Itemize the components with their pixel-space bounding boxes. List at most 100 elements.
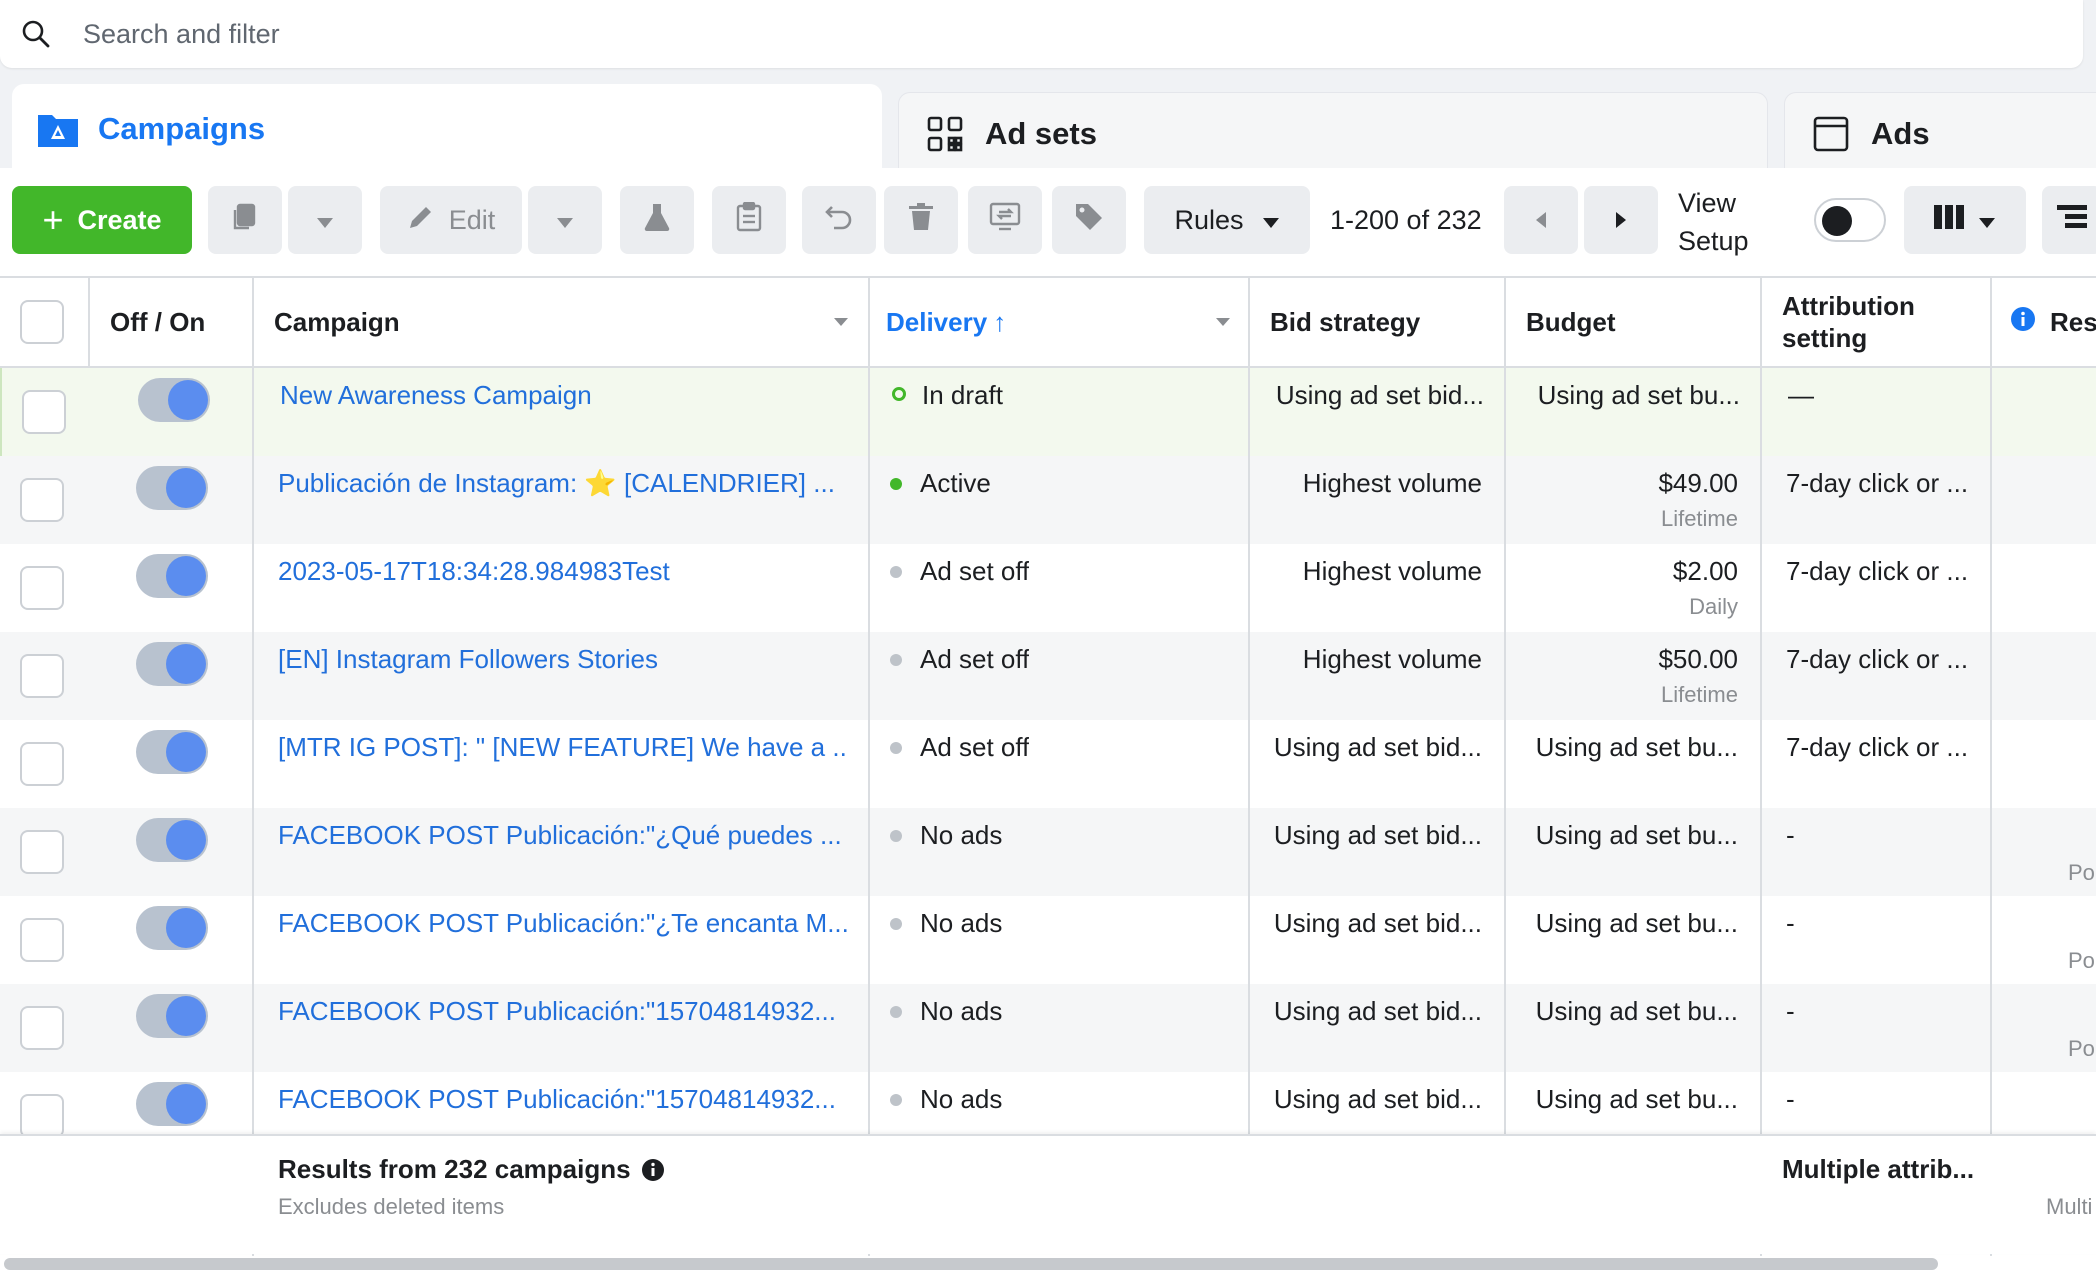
bid-strategy-value: Highest volume [1302,468,1482,498]
undo-button[interactable] [802,186,876,254]
tab-campaigns[interactable]: Campaigns [12,84,882,174]
edit-dropdown-button[interactable] [528,186,602,254]
campaign-on-off-toggle[interactable] [136,994,208,1038]
campaign-name-link[interactable]: 2023-05-17T18:34:28.984983Test [278,556,848,587]
attribution-summary: Multiple attrib... [1782,1154,1975,1184]
row-checkbox[interactable] [20,1006,64,1050]
search-input[interactable] [83,18,1883,50]
campaign-name-link[interactable]: FACEBOOK POST Publicación:"15704814932..… [278,1084,848,1115]
tag-icon [1074,202,1104,239]
column-header-budget[interactable]: Budget [1526,278,1616,366]
column-divider [1990,276,1992,1256]
rules-label: Rules [1174,204,1244,235]
tab-ad-sets[interactable]: Ad sets [898,92,1768,174]
row-checkbox[interactable] [20,918,64,962]
info-icon[interactable] [641,1158,665,1182]
attribution-value: - [1786,996,1795,1026]
sort-ascending-icon: ↑ [993,307,1007,337]
budget-value: Using ad set bu... [1535,732,1738,762]
delete-button[interactable] [884,186,958,254]
table-row[interactable]: [MTR IG POST]: " [NEW FEATURE] We have a… [0,720,2096,808]
view-setup-line1: View [1678,188,1737,218]
table-row[interactable]: FACEBOOK POST Publicación:"¿Qué puedes .… [0,808,2096,896]
edit-button[interactable]: Edit [380,186,522,254]
results-summary-row: Results from 232 campaigns Excludes dele… [0,1134,2096,1254]
campaign-on-off-toggle[interactable] [136,906,208,950]
column-header-off-on[interactable]: Off / On [110,278,205,366]
campaign-name-link[interactable]: [EN] Instagram Followers Stories [278,644,848,675]
rules-button[interactable]: Rules [1144,186,1310,254]
toggle-knob [166,908,206,948]
table-row[interactable]: FACEBOOK POST Publicación:"15704814932..… [0,984,2096,1072]
toggle-knob [166,996,206,1036]
column-header-attribution-setting[interactable]: Attribution setting [1782,278,1915,366]
delivery-status-dot [890,918,902,930]
campaign-name-link[interactable]: New Awareness Campaign [280,380,850,411]
bid-strategy-value: Highest volume [1302,556,1482,586]
budget-type: Lifetime [1660,506,1738,531]
view-setup-toggle[interactable] [1814,198,1886,242]
campaign-name-link[interactable]: Publicación de Instagram: ⭐️ [CALENDRIER… [278,468,848,499]
table-row[interactable]: FACEBOOK POST Publicación:"¿Te encanta M… [0,896,2096,984]
table-row[interactable]: 2023-05-17T18:34:28.984983Test Ad set off… [0,544,2096,632]
info-icon [2010,306,2036,339]
column-header-bid-strategy[interactable]: Bid strategy [1270,278,1420,366]
delivery-status-dot [892,387,906,401]
create-button[interactable]: + Create [12,186,192,254]
toggle-knob [166,556,206,596]
duplicate-button[interactable] [208,186,282,254]
table-row[interactable]: Publicación de Instagram: ⭐️ [CALENDRIER… [0,456,2096,544]
campaign-name-link[interactable]: [MTR IG POST]: " [NEW FEATURE] We have a… [278,732,848,763]
select-all-checkbox[interactable] [20,300,64,344]
campaign-on-off-toggle[interactable] [136,818,208,862]
bid-strategy-value: Using ad set bid... [1273,732,1482,762]
row-checkbox[interactable] [20,1094,64,1138]
view-setup-label[interactable]: View Setup [1678,184,1749,260]
attribution-value: 7-day click or ... [1786,468,1969,498]
delivery-column-menu-icon[interactable] [1216,318,1230,326]
row-checkbox[interactable] [22,390,66,434]
campaign-name-link[interactable]: FACEBOOK POST Publicación:"¿Te encanta M… [278,908,848,939]
delivery-status: No ads [920,1084,1003,1114]
breakdown-button[interactable] [2042,186,2096,254]
column-header-delivery[interactable]: Delivery ↑ [886,278,1006,366]
columns-button[interactable] [1904,186,2026,254]
column-header-results[interactable]: Res [2010,278,2096,366]
column-divider [252,276,254,1256]
campaign-on-off-toggle[interactable] [136,730,208,774]
campaign-name-link[interactable]: FACEBOOK POST Publicación:"15704814932..… [278,996,848,1027]
table-row[interactable]: [EN] Instagram Followers Stories Ad set o… [0,632,2096,720]
row-checkbox[interactable] [20,830,64,874]
tags-button[interactable] [1052,186,1126,254]
next-page-button[interactable] [1584,186,1658,254]
campaign-name-link[interactable]: FACEBOOK POST Publicación:"¿Qué puedes .… [278,820,848,851]
horizontal-scrollbar[interactable] [4,1258,1938,1270]
preview-button[interactable] [968,186,1042,254]
ab-test-button[interactable] [620,186,694,254]
column-header-campaign[interactable]: Campaign [274,278,400,366]
row-checkbox[interactable] [20,566,64,610]
campaign-on-off-toggle[interactable] [136,554,208,598]
previous-page-button[interactable] [1504,186,1578,254]
campaign-on-off-toggle[interactable] [138,378,210,422]
campaign-on-off-toggle[interactable] [136,642,208,686]
bid-strategy-value: Using ad set bid... [1273,1084,1482,1114]
campaign-on-off-toggle[interactable] [136,1082,208,1126]
create-label: Create [77,204,162,235]
row-checkbox[interactable] [20,742,64,786]
delivery-status: No ads [920,996,1003,1026]
row-checkbox[interactable] [20,478,64,522]
row-checkbox[interactable] [20,654,64,698]
delivery-status-dot [890,742,902,754]
search-bar[interactable] [0,0,2083,68]
budget-value: $50.00 [1658,644,1738,674]
table-row[interactable]: New Awareness Campaign In draft Using ad s… [0,368,2096,456]
campaign-on-off-toggle[interactable] [136,466,208,510]
clipboard-button[interactable] [712,186,786,254]
delivery-status-dot [890,654,902,666]
toggle-knob [166,644,206,684]
tab-ads[interactable]: Ads [1784,92,2096,174]
campaign-column-menu-icon[interactable] [834,318,848,326]
duplicate-dropdown-button[interactable] [288,186,362,254]
results-value-partial: Po [2068,1036,2095,1061]
